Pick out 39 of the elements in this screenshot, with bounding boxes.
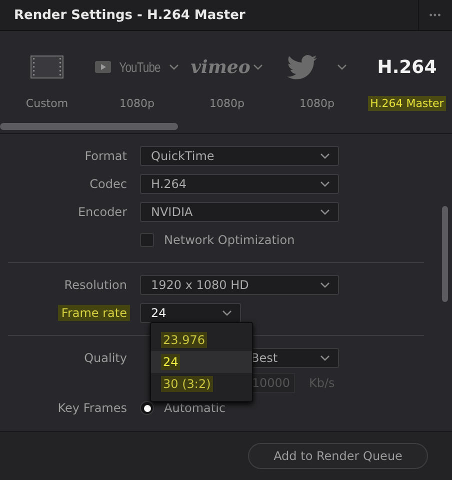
add-to-queue-button[interactable]: Add to Render Queue bbox=[248, 443, 428, 469]
checkbox-label: Network Optimization bbox=[164, 233, 295, 247]
dropdown[interactable]: NVIDIA bbox=[140, 202, 339, 222]
preset-label[interactable]: H.264 Master bbox=[368, 96, 446, 111]
field-label: Key Frames bbox=[56, 400, 128, 416]
dropdown[interactable]: H.264 bbox=[140, 174, 339, 194]
preset-label[interactable]: Custom bbox=[24, 96, 70, 111]
menu-item[interactable]: 24 bbox=[151, 351, 252, 373]
preset-label[interactable]: 1080p bbox=[298, 96, 336, 111]
vimeo-logo: vimeo bbox=[190, 56, 250, 78]
more-button[interactable]: ••• bbox=[418, 0, 452, 30]
film-icon bbox=[30, 55, 64, 79]
preset-label[interactable]: 1080p bbox=[208, 96, 246, 111]
chevron-icon bbox=[320, 209, 330, 215]
dropdown[interactable]: 1920 x 1080 HD bbox=[140, 275, 339, 295]
dropdown[interactable]: QuickTime bbox=[140, 146, 339, 166]
window-title: Render Settings - H.264 Master bbox=[13, 8, 246, 22]
radio-button[interactable] bbox=[140, 401, 154, 415]
field-label: Frame rate bbox=[58, 305, 130, 321]
preset-label[interactable]: 1080p bbox=[118, 96, 156, 111]
menu-item[interactable]: 23.976 bbox=[151, 329, 252, 351]
field-label: Encoder bbox=[76, 204, 128, 220]
chevron-icon bbox=[320, 355, 330, 361]
youtube-logo: YouTube bbox=[119, 59, 161, 75]
field-label: Format bbox=[84, 148, 128, 164]
dropdown[interactable]: 24 bbox=[140, 303, 241, 323]
chevron-icon bbox=[222, 310, 232, 316]
chevron-icon bbox=[320, 153, 330, 159]
radio-label: Automatic bbox=[164, 401, 226, 415]
chevron-icon bbox=[320, 282, 330, 288]
scrollbar-thumb[interactable] bbox=[0, 122, 178, 130]
h264-logo: H.264 bbox=[377, 56, 437, 78]
field-label: Resolution bbox=[63, 277, 128, 293]
play-icon bbox=[95, 61, 112, 73]
scrollbar-thumb[interactable] bbox=[442, 206, 448, 302]
field-label: Quality bbox=[83, 350, 128, 366]
checkbox[interactable] bbox=[140, 233, 154, 247]
field-label: Codec bbox=[88, 176, 128, 192]
chevron-icon bbox=[320, 181, 330, 187]
